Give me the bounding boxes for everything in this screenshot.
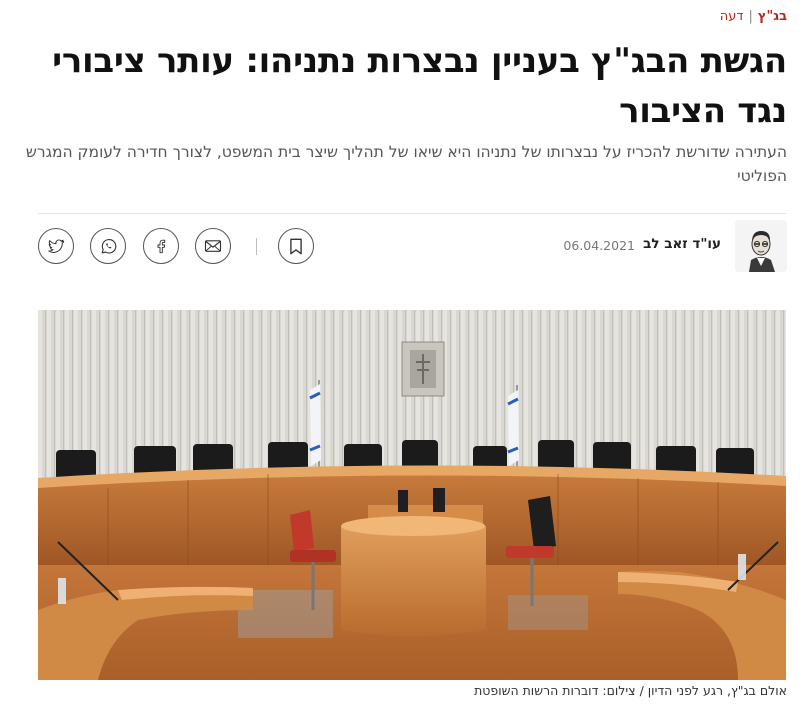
publish-date: 06.04.2021: [563, 238, 635, 253]
header-divider: [38, 213, 787, 214]
facebook-icon: [157, 239, 166, 254]
bookmark-button[interactable]: [278, 228, 314, 264]
breadcrumb-section-link[interactable]: בג"ץ: [758, 9, 787, 24]
whatsapp-icon: [101, 238, 116, 254]
whatsapp-share-button[interactable]: [90, 228, 126, 264]
article-headline: הגשת הבג"ץ בעניין נבצרות נתניהו: עותר צי…: [52, 41, 787, 131]
image-caption: אולם בג"ץ, רגע לפני הדיון / צילום: דוברו…: [474, 683, 787, 698]
email-share-button[interactable]: [195, 228, 231, 264]
bookmark-icon: [290, 238, 302, 254]
twitter-icon: [48, 239, 65, 253]
article-page: בג"ץ | דעה הגשת הבג"ץ בעניין נבצרות נתני…: [0, 0, 805, 721]
breadcrumb-separator: |: [748, 9, 753, 24]
breadcrumb-subsection-link[interactable]: דעה: [720, 9, 744, 24]
breadcrumb: בג"ץ | דעה: [720, 9, 787, 24]
hero-image-courtroom: [38, 310, 786, 680]
author-name-link[interactable]: עו"ד זאב לב: [643, 236, 721, 252]
email-icon: [204, 240, 222, 252]
share-separator: [256, 238, 257, 255]
author-avatar[interactable]: [735, 220, 787, 272]
article-subtitle: העתירה שדורשת להכריז על נבצרותו של נתניה…: [25, 143, 787, 185]
twitter-share-button[interactable]: [38, 228, 74, 264]
facebook-share-button[interactable]: [143, 228, 179, 264]
